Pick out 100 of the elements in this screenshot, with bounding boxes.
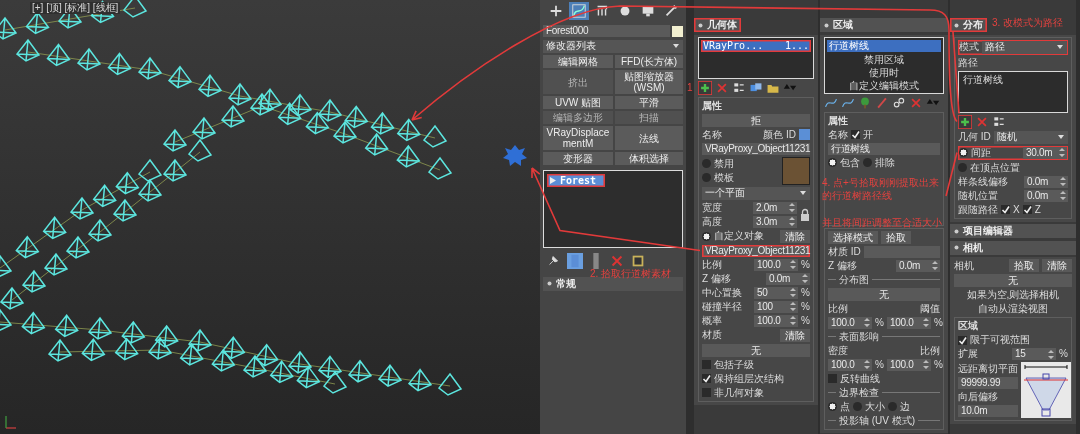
number-field[interactable]: 100.0 bbox=[754, 258, 799, 271]
number-field[interactable]: 0.0m bbox=[1024, 175, 1068, 188]
radio-indicator[interactable] bbox=[959, 148, 968, 157]
checkbox-option[interactable]: 保持组层次结构 bbox=[702, 372, 784, 385]
radio-option[interactable]: 间距 bbox=[959, 146, 991, 159]
number-field[interactable]: 100.0 bbox=[828, 316, 872, 329]
number-field[interactable]: 100.0 bbox=[754, 314, 799, 327]
stack-tool-button[interactable] bbox=[566, 253, 583, 269]
toolbar-button[interactable] bbox=[992, 114, 1006, 129]
radio-option[interactable]: 排除 bbox=[863, 156, 895, 169]
radio-indicator[interactable] bbox=[702, 159, 711, 168]
panel-button[interactable]: 拒 bbox=[702, 113, 810, 127]
radio-indicator[interactable] bbox=[828, 402, 837, 411]
text-field[interactable]: VRayProxy_Object11231 bbox=[702, 142, 810, 155]
toolbar-button[interactable] bbox=[698, 80, 712, 95]
spinner-icon[interactable] bbox=[1058, 147, 1066, 158]
panel-button[interactable]: 拾取 bbox=[881, 230, 911, 244]
panel-button[interactable]: 无 bbox=[828, 287, 940, 301]
modifier-button[interactable]: 编辑网格 bbox=[543, 55, 613, 68]
spinner-icon[interactable] bbox=[1059, 190, 1067, 201]
panel-button[interactable]: 清除 bbox=[780, 229, 810, 243]
color-swatch[interactable] bbox=[799, 129, 810, 140]
text-field[interactable]: 99999.99 bbox=[958, 377, 1018, 389]
dropdown[interactable]: 一个平面 bbox=[702, 186, 810, 200]
color-swatch[interactable] bbox=[672, 25, 683, 37]
modifier-button[interactable]: 变形器 bbox=[543, 152, 613, 165]
rollout-header[interactable]: 分布 bbox=[950, 18, 987, 32]
checkbox-indicator[interactable] bbox=[851, 130, 860, 139]
modifier-button[interactable]: 贴图缩放器 (WSM) bbox=[615, 70, 683, 94]
checkbox-indicator[interactable] bbox=[702, 360, 711, 369]
checkbox-option[interactable]: 反转曲线 bbox=[828, 372, 880, 385]
radio-option[interactable]: 禁用 bbox=[702, 157, 734, 170]
rollout-header[interactable]: 区域 bbox=[820, 18, 948, 32]
radio-option[interactable]: 边 bbox=[888, 400, 910, 413]
spinner-icon[interactable] bbox=[789, 287, 798, 298]
modifier-button[interactable]: FFD(长方体) bbox=[615, 55, 683, 68]
spinner-icon[interactable] bbox=[931, 260, 939, 271]
panel-button[interactable]: 无 bbox=[702, 343, 810, 357]
checkbox-option[interactable]: Z bbox=[1022, 203, 1041, 216]
modifier-button[interactable]: VRayDisplacementM bbox=[543, 126, 613, 150]
checkbox-indicator[interactable] bbox=[702, 374, 711, 383]
modifier-button[interactable]: 法线 bbox=[615, 126, 683, 150]
modifier-button[interactable]: 平滑 bbox=[615, 96, 683, 109]
list-item[interactable]: 行道树线 bbox=[961, 73, 1065, 86]
panel-button[interactable]: 清除 bbox=[1042, 259, 1072, 272]
checkbox-option[interactable]: 非几何对象 bbox=[702, 386, 764, 399]
radio-option[interactable]: 点 bbox=[828, 400, 850, 413]
radio-indicator[interactable] bbox=[958, 163, 967, 172]
toolbar-button[interactable] bbox=[958, 114, 972, 129]
checkbox-option[interactable]: X bbox=[1001, 203, 1020, 216]
number-field[interactable]: 100.0 bbox=[886, 358, 931, 371]
spinner-icon[interactable] bbox=[863, 359, 871, 370]
spinner-icon[interactable] bbox=[863, 317, 871, 328]
panel-tab[interactable] bbox=[568, 2, 589, 20]
spinner-icon[interactable] bbox=[921, 317, 930, 328]
text-field[interactable]: 行道树线 bbox=[828, 142, 940, 155]
checkbox-indicator[interactable] bbox=[828, 374, 837, 383]
number-field[interactable]: 0.0m bbox=[1024, 189, 1068, 202]
panel-button[interactable]: 选择模式 bbox=[828, 230, 878, 244]
radio-indicator[interactable] bbox=[828, 158, 837, 167]
checkbox-indicator[interactable] bbox=[1022, 205, 1032, 214]
spinner-icon[interactable] bbox=[789, 301, 798, 312]
radio-option[interactable]: 模板 bbox=[702, 171, 734, 184]
number-field[interactable]: 0.0m bbox=[896, 259, 940, 272]
panel-button[interactable]: 清除 bbox=[780, 328, 810, 342]
object-name-field[interactable]: Forest000 bbox=[543, 25, 670, 37]
radio-indicator[interactable] bbox=[863, 158, 872, 167]
modifier-list-dropdown[interactable]: 修改器列表 bbox=[543, 39, 683, 53]
checkbox-option[interactable]: 开 bbox=[851, 128, 873, 141]
list-item[interactable]: 行道树线 bbox=[827, 39, 941, 52]
toolbar-button[interactable] bbox=[892, 95, 906, 110]
rollout-header[interactable]: 项目编辑器 bbox=[950, 224, 1076, 238]
modifier-button[interactable]: UVW 贴图 bbox=[543, 96, 613, 109]
panel-button[interactable]: 无 bbox=[954, 274, 1072, 287]
radio-indicator[interactable] bbox=[702, 173, 711, 182]
text-field[interactable]: 10.0m bbox=[958, 405, 1018, 417]
number-field[interactable]: 100 bbox=[754, 300, 799, 313]
spinner-icon[interactable] bbox=[1059, 176, 1067, 187]
radio-option[interactable]: 在顶点位置 bbox=[958, 161, 1020, 174]
number-field[interactable]: 30.0m bbox=[1023, 146, 1067, 159]
number-field[interactable]: 0.0m bbox=[766, 272, 810, 285]
checkbox-indicator[interactable] bbox=[1001, 205, 1010, 214]
radio-indicator[interactable] bbox=[853, 402, 862, 411]
checkbox-indicator[interactable] bbox=[702, 388, 711, 397]
panel-button[interactable]: 拾取 bbox=[1009, 259, 1039, 272]
number-field[interactable]: 2.0m bbox=[753, 201, 797, 214]
radio-option[interactable]: 包含 bbox=[828, 156, 860, 169]
spinner-icon[interactable] bbox=[789, 259, 798, 270]
spinner-icon[interactable] bbox=[788, 216, 796, 227]
spinner-icon[interactable] bbox=[1047, 348, 1056, 360]
number-field[interactable]: 50 bbox=[754, 286, 799, 299]
modifier-button[interactable]: 体积选择 bbox=[615, 152, 683, 165]
rollout-header[interactable]: 相机 bbox=[950, 240, 1076, 255]
radio-indicator[interactable] bbox=[702, 231, 711, 241]
dropdown[interactable]: 随机 bbox=[993, 130, 1068, 144]
radio-option[interactable]: 大小 bbox=[853, 400, 885, 413]
number-field[interactable]: 100.0 bbox=[828, 358, 872, 371]
checkbox-option[interactable]: 限于可视范围 bbox=[958, 334, 1030, 346]
spinner-icon[interactable] bbox=[921, 359, 930, 370]
number-field[interactable]: 3.0m bbox=[753, 215, 797, 228]
